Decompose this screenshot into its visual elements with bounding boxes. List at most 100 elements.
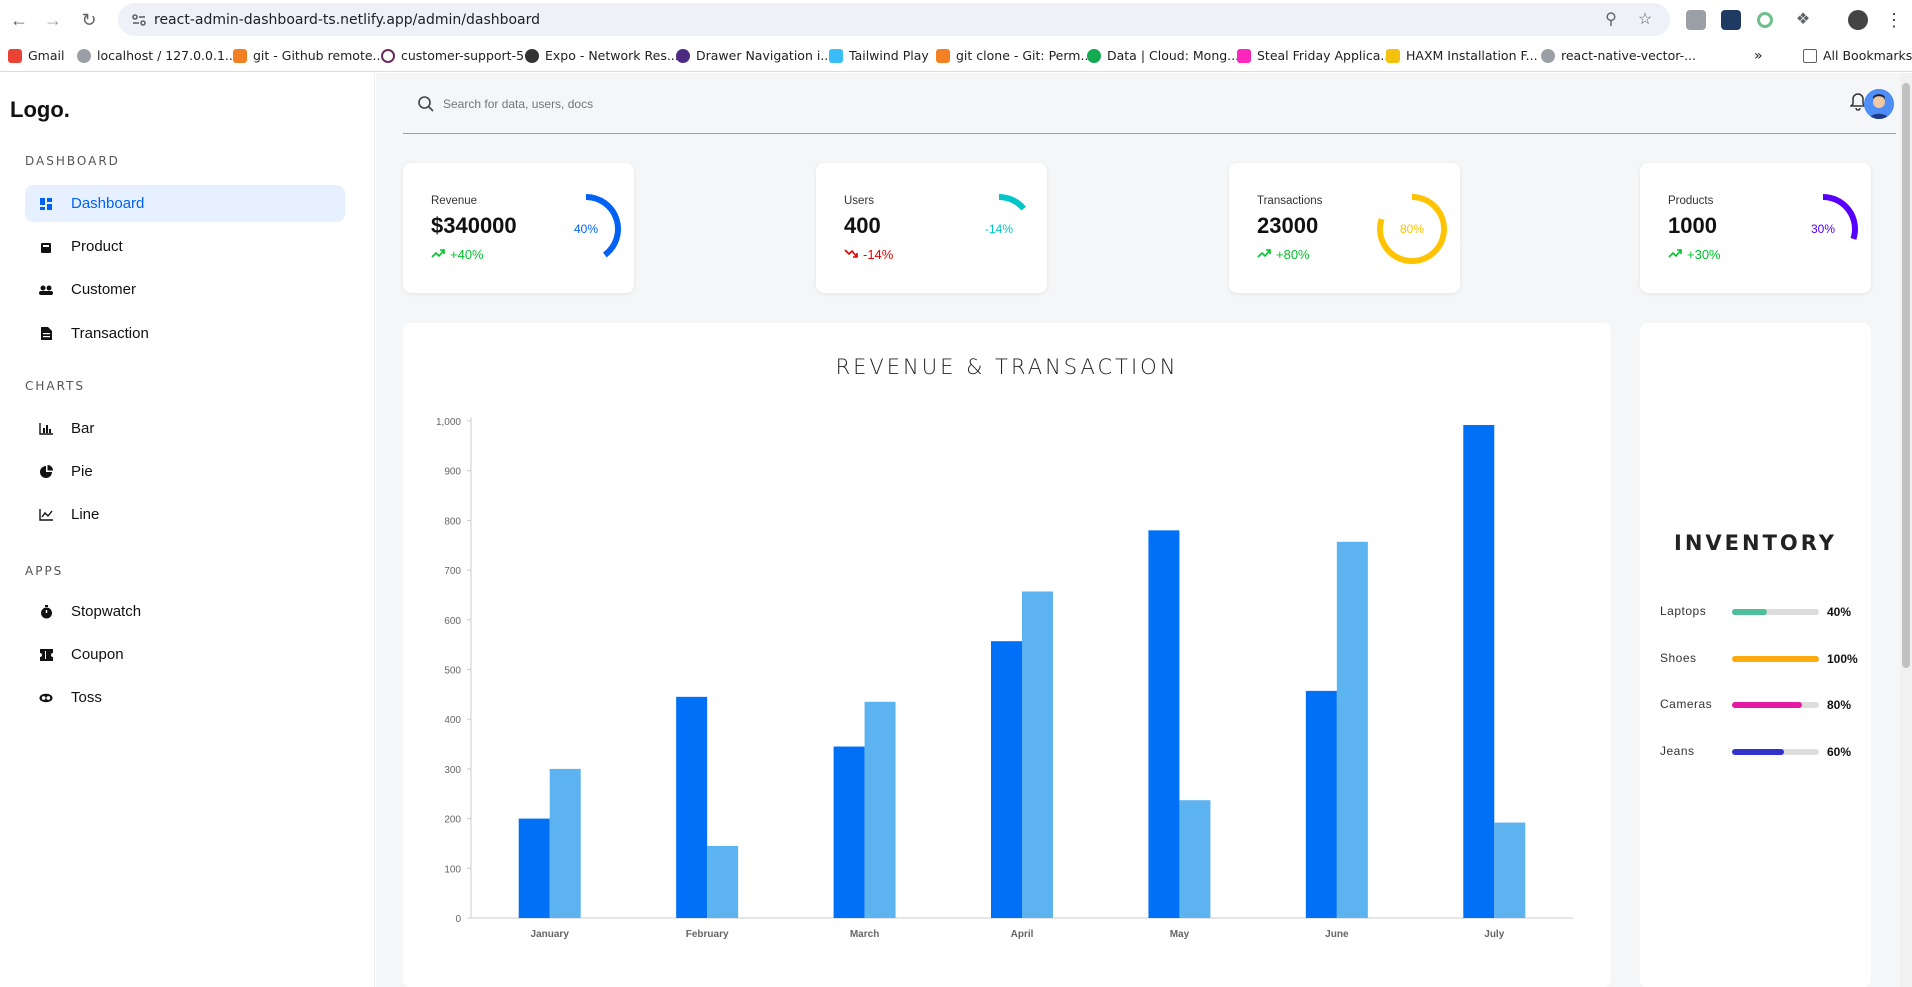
sidebar-item-customer[interactable]: Customer [25, 271, 345, 308]
logo[interactable]: Logo. [10, 97, 70, 123]
url-text[interactable]: react-admin-dashboard-ts.netlify.app/adm… [154, 12, 540, 28]
y-tick-label: 700 [444, 566, 461, 577]
progress-ring-arc [998, 194, 1026, 211]
inventory-bar-fill [1732, 749, 1785, 755]
sidebar-item-coupon[interactable]: Coupon [25, 636, 345, 673]
section-title-dashboard: DASHBOARD [25, 154, 120, 168]
y-tick-label: 600 [444, 616, 461, 627]
react-navigation-icon [676, 48, 690, 63]
zoom-icon[interactable]: ⚲ [1602, 11, 1620, 29]
x-tick-label: May [1170, 929, 1190, 940]
bar-series-2-june [1336, 541, 1368, 918]
x-tick-label: April [1011, 929, 1034, 940]
y-tick-label: 900 [444, 467, 461, 478]
widget-label: Products [1668, 195, 1714, 207]
bookmark-vector-icons[interactable]: react-native-vector-... [1541, 48, 1696, 63]
y-tick-label: 1,000 [436, 417, 461, 428]
bar-series-1-july [1463, 424, 1495, 918]
more-bookmarks-button[interactable]: » [1754, 48, 1763, 64]
widget-card-products: Products 1000 +30% 30% [1640, 163, 1871, 293]
trend-up-icon [431, 247, 445, 262]
sidebar-item-line[interactable]: Line [25, 496, 345, 533]
inventory-bar-track [1732, 702, 1819, 708]
widget-value: $340000 [431, 213, 517, 238]
avatar[interactable] [1864, 89, 1894, 119]
coin-icon [39, 691, 53, 705]
bar-series-1-january [518, 818, 550, 918]
x-tick-label: March [850, 929, 879, 940]
revenue-transaction-chart-panel: REVENUE & TRANSACTION 0 100 200 300 400 500 60… [403, 323, 1611, 987]
expo-icon [525, 48, 539, 63]
puzzle-icon[interactable]: ❖ [1793, 10, 1813, 30]
profile-icon[interactable] [1848, 10, 1868, 30]
document-icon [39, 327, 53, 341]
site-settings-icon[interactable] [130, 11, 148, 29]
progress-ring: -14% [985, 194, 1026, 236]
all-bookmarks-button[interactable]: All Bookmarks [1803, 48, 1912, 63]
bookmark-gmail[interactable]: Gmail [8, 48, 64, 63]
x-tick-label: July [1484, 929, 1504, 940]
sidebar-item-pie[interactable]: Pie [25, 453, 345, 490]
bar-series-2-april [1022, 591, 1053, 918]
stackoverflow-icon [936, 48, 950, 63]
sidebar-item-toss[interactable]: Toss [25, 679, 345, 716]
sidebar-item-stopwatch[interactable]: Stopwatch [25, 593, 345, 630]
bookmark-haxm[interactable]: HAXM Installation F... [1386, 48, 1538, 63]
bar-chart: 0 100 200 300 400 500 600 700 800 900 1,000 January… [436, 417, 1573, 940]
section-title-charts: CHARTS [25, 379, 86, 393]
trend-up-icon [1668, 247, 1682, 262]
page-scrollbar[interactable] [1900, 73, 1912, 987]
sidebar-item-transaction[interactable]: Transaction [25, 315, 345, 352]
code-extension-icon[interactable] [1721, 10, 1741, 30]
inventory-bar-track [1732, 656, 1819, 662]
search-input[interactable] [443, 91, 1143, 117]
extension-circle-icon[interactable] [1757, 12, 1773, 28]
sidebar-item-dashboard[interactable]: Dashboard [25, 185, 345, 222]
y-tick-label: 400 [444, 715, 461, 726]
sidebar-item-bar[interactable]: Bar [25, 410, 345, 447]
bar-series-1-april [991, 641, 1022, 918]
bookmark-git-remote[interactable]: git - Github remote... [233, 48, 384, 63]
widget-value: 23000 [1257, 213, 1319, 238]
circle-icon [381, 48, 395, 63]
bookmark-tailwind[interactable]: Tailwind Play [829, 48, 929, 63]
y-tick-label: 0 [455, 914, 461, 925]
search-icon [418, 96, 434, 112]
bookmark-expo[interactable]: Expo - Network Res... [525, 48, 679, 63]
scrollbar-thumb[interactable] [1902, 83, 1910, 668]
y-tick-label: 800 [444, 516, 461, 527]
extension-icon[interactable] [1686, 10, 1706, 30]
bookmark-mongo[interactable]: Data | Cloud: Mong... [1087, 48, 1239, 63]
bar-series-1-may [1148, 530, 1180, 918]
sidebar-item-product[interactable]: Product [25, 228, 345, 265]
widget-change: +40% [431, 247, 484, 262]
bookmark-customer-support[interactable]: customer-support-5 [381, 48, 524, 63]
inventory-bar-track [1732, 609, 1819, 615]
widget-change: +30% [1668, 247, 1721, 262]
bar-series-2-january [549, 768, 581, 918]
progress-ring: 40% [574, 194, 621, 258]
folder-icon [1803, 48, 1817, 63]
bookmark-steal-friday[interactable]: Steal Friday Applica... [1237, 48, 1392, 63]
address-bar[interactable]: react-admin-dashboard-ts.netlify.app/adm… [118, 3, 1670, 36]
progress-ring-label: 80% [1400, 222, 1424, 236]
star-icon[interactable]: ☆ [1636, 11, 1654, 29]
x-tick-label: January [531, 929, 570, 940]
menu-icon[interactable]: ⋮ [1884, 10, 1904, 30]
back-icon[interactable]: ← [6, 7, 32, 33]
browser-toolbar: ← → ↻ react-admin-dashboard-ts.netlify.a… [0, 0, 1912, 40]
inventory-bar-track [1732, 749, 1819, 755]
bookmark-localhost[interactable]: localhost / 127.0.0.1... [77, 48, 237, 63]
inventory-title: INVENTORY [1674, 531, 1837, 555]
widget-label: Users [844, 195, 875, 207]
bar-series-2-july [1494, 822, 1526, 918]
widget-card-users: Users 400 -14% -14% [816, 163, 1047, 293]
forward-icon[interactable]: → [40, 7, 66, 33]
trend-down-icon [844, 247, 858, 262]
inventory-panel: INVENTORY Laptops 40% Shoes 100% Cameras… [1640, 323, 1871, 987]
reload-icon[interactable]: ↻ [76, 7, 102, 33]
bar-series-1-february [676, 696, 708, 918]
y-tick-label: 500 [444, 666, 461, 677]
bookmark-drawer[interactable]: Drawer Navigation i... [676, 48, 832, 63]
bookmark-git-clone[interactable]: git clone - Git: Perm... [936, 48, 1092, 63]
